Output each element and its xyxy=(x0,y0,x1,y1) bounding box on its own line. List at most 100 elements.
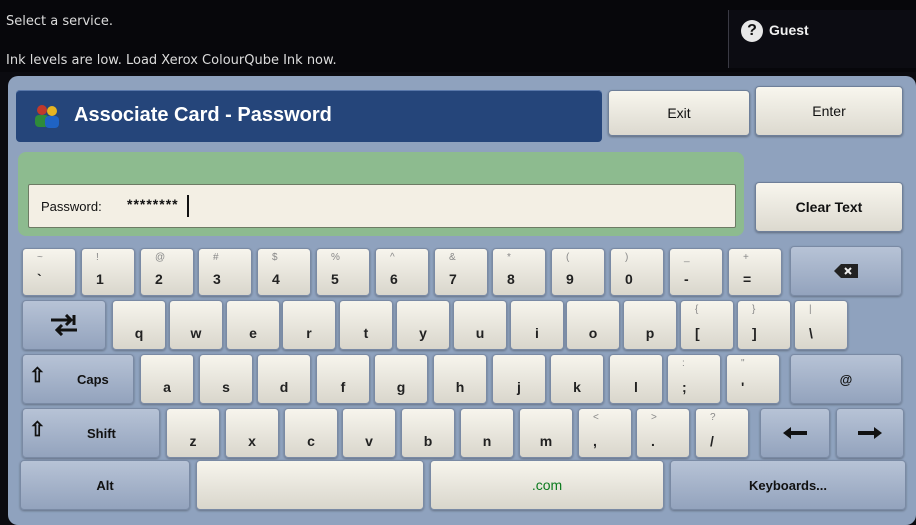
key-char: 2 xyxy=(155,271,163,287)
enter-button[interactable]: Enter xyxy=(755,86,903,136)
caps-key[interactable]: ⇧ Caps xyxy=(22,354,134,404)
key-w[interactable]: w xyxy=(169,300,223,350)
key-5[interactable]: % 5 xyxy=(316,248,370,296)
key-z[interactable]: z xyxy=(166,408,220,458)
key-shift-char: ~ xyxy=(37,252,43,263)
clear-text-button[interactable]: Clear Text xyxy=(755,182,903,232)
key-i[interactable]: i xyxy=(510,300,564,350)
key-char: , xyxy=(593,433,597,449)
key-char: i xyxy=(535,325,539,341)
key-1[interactable]: ! 1 xyxy=(81,248,135,296)
key-d[interactable]: d xyxy=(257,354,311,404)
key-char: a xyxy=(163,379,171,395)
key-char: \ xyxy=(809,325,813,341)
key-[[interactable]: {[ xyxy=(680,300,734,350)
key-l[interactable]: l xyxy=(609,354,663,404)
backspace-key[interactable] xyxy=(790,246,902,296)
key-c[interactable]: c xyxy=(284,408,338,458)
key-6[interactable]: ^ 6 xyxy=(375,248,429,296)
key-9[interactable]: (9 xyxy=(551,248,605,296)
space-key[interactable] xyxy=(196,460,424,510)
key-char: = xyxy=(743,271,752,287)
key-;[interactable]: :; xyxy=(667,354,721,404)
key-shift-char: > xyxy=(651,412,657,423)
key-char: t xyxy=(363,325,369,341)
user-label: Guest xyxy=(769,22,809,38)
key-`[interactable]: ~ ` xyxy=(22,248,76,296)
tab-key[interactable] xyxy=(22,300,106,350)
key-e[interactable]: e xyxy=(226,300,280,350)
key-shift-char: ! xyxy=(96,252,99,263)
key-x[interactable]: x xyxy=(225,408,279,458)
key-shift-char: @ xyxy=(155,252,166,263)
key-char: j xyxy=(517,379,521,395)
key-t[interactable]: t xyxy=(339,300,393,350)
shift-key[interactable]: ⇧ Shift xyxy=(22,408,160,458)
key-char: 5 xyxy=(331,271,339,287)
key-s[interactable]: s xyxy=(199,354,253,404)
key-char: k xyxy=(573,379,581,395)
key-char: / xyxy=(710,433,714,449)
alt-label: Alt xyxy=(96,477,114,493)
user-button[interactable]: ? Guest xyxy=(728,10,916,68)
tab-icon xyxy=(23,301,105,349)
key-g[interactable]: g xyxy=(374,354,428,404)
key-char: ` xyxy=(37,271,42,287)
key-v[interactable]: v xyxy=(342,408,396,458)
key-.[interactable]: >. xyxy=(636,408,690,458)
alt-key[interactable]: Alt xyxy=(20,460,190,510)
left-arrow-key[interactable] xyxy=(760,408,830,458)
key-char: ] xyxy=(752,325,757,341)
key-char: d xyxy=(279,379,289,395)
key-\[interactable]: | \ xyxy=(794,300,848,350)
key-2[interactable]: @2 xyxy=(140,248,194,296)
key-char: 7 xyxy=(449,271,457,287)
key-7[interactable]: & 7 xyxy=(434,248,488,296)
key-m[interactable]: m xyxy=(519,408,573,458)
key--[interactable]: _ - xyxy=(669,248,723,296)
exit-button[interactable]: Exit xyxy=(608,90,750,136)
key-char: f xyxy=(340,379,346,395)
key-char: o xyxy=(588,325,598,341)
status-message: Select a service. xyxy=(6,14,114,29)
key-char: ; xyxy=(682,379,687,395)
key-,[interactable]: <, xyxy=(578,408,632,458)
key-k[interactable]: k xyxy=(550,354,604,404)
at-key[interactable]: @ xyxy=(790,354,902,404)
key-char: 9 xyxy=(566,271,574,287)
shift-label: Shift xyxy=(87,425,116,441)
key-char: x xyxy=(248,433,256,449)
key-4[interactable]: $4 xyxy=(257,248,311,296)
key-u[interactable]: u xyxy=(453,300,507,350)
key-j[interactable]: j xyxy=(492,354,546,404)
key-shift-char: : xyxy=(682,358,685,369)
key-3[interactable]: #3 xyxy=(198,248,252,296)
key-shift-char: } xyxy=(752,304,756,315)
key-n[interactable]: n xyxy=(460,408,514,458)
key-p[interactable]: p xyxy=(623,300,677,350)
key-][interactable]: }] xyxy=(737,300,791,350)
key-shift-char: % xyxy=(331,252,340,263)
right-arrow-key[interactable] xyxy=(836,408,904,458)
key-shift-char: < xyxy=(593,412,599,423)
key-=[interactable]: + = xyxy=(728,248,782,296)
key-q[interactable]: q xyxy=(112,300,166,350)
keyboards-key[interactable]: Keyboards... xyxy=(670,460,906,510)
key-y[interactable]: y xyxy=(396,300,450,350)
key-/[interactable]: ? / xyxy=(695,408,749,458)
key-a[interactable]: a xyxy=(140,354,194,404)
title-bar: Associate Card - Password xyxy=(16,90,602,142)
key-h[interactable]: h xyxy=(433,354,487,404)
key-o[interactable]: o xyxy=(566,300,620,350)
password-field[interactable]: Password: ******** xyxy=(28,184,736,228)
key-f[interactable]: f xyxy=(316,354,370,404)
key-0[interactable]: ) 0 xyxy=(610,248,664,296)
arrow-left-icon xyxy=(761,409,829,457)
key-b[interactable]: b xyxy=(401,408,455,458)
ink-warning-message: Ink levels are low. Load Xerox ColourQub… xyxy=(6,53,337,68)
key-8[interactable]: * 8 xyxy=(492,248,546,296)
key-r[interactable]: r xyxy=(282,300,336,350)
password-label: Password: xyxy=(41,199,102,214)
dot-com-key[interactable]: .com xyxy=(430,460,664,510)
key-'[interactable]: " ' xyxy=(726,354,780,404)
